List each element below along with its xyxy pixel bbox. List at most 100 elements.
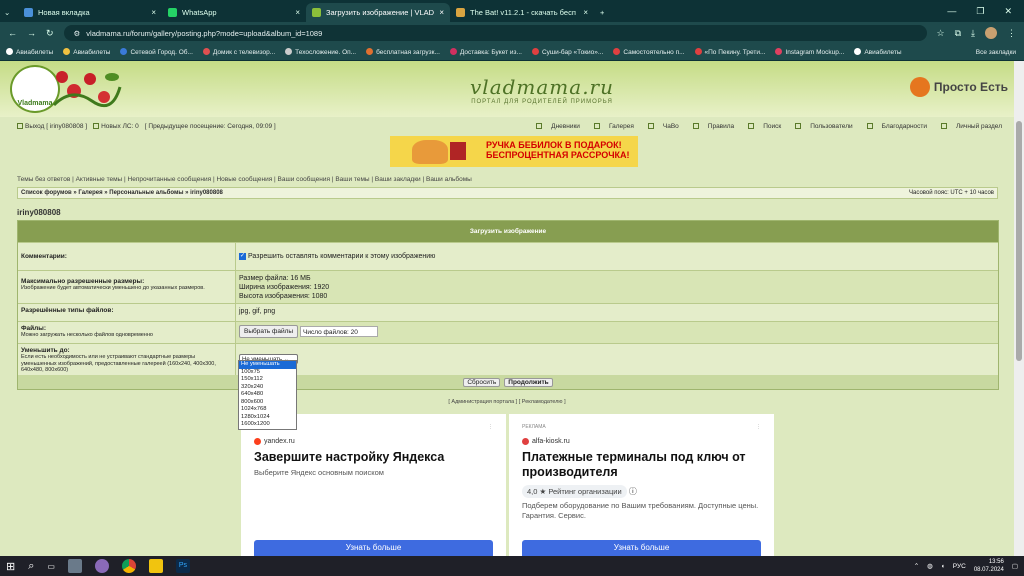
reload-icon[interactable]: ↻ (46, 28, 54, 39)
ad-card-yandex[interactable]: ⋮ yandex.ru Завершите настройку Яндекса … (241, 414, 506, 556)
bookmark-item[interactable]: Доставка: Букет из... (449, 48, 522, 56)
clock[interactable]: 13:56 08.07.2024 (974, 558, 1004, 574)
banner-line1: РУЧКА БЕБИЛОК В ПОДАРОК! (486, 140, 622, 150)
userbar-left-item[interactable]: Выход [ iriny080808 ] (17, 123, 87, 130)
page-scrollbar[interactable] (1014, 61, 1024, 556)
footer-links[interactable]: [ Администрация портала ] [ Рекламодател… (0, 399, 1014, 405)
userbar-link[interactable]: ЧаВо (641, 123, 679, 130)
resize-option[interactable]: Не уменьшать (239, 361, 296, 369)
bookmark-favicon-icon (531, 48, 539, 55)
submit-button[interactable]: Продолжить (504, 377, 553, 387)
new-tab-button[interactable]: + (594, 3, 614, 22)
bookmark-item[interactable]: Самостоятельно п... (613, 48, 685, 56)
close-icon[interactable]: × (439, 8, 444, 17)
bookmark-item[interactable]: Авиабилеты (6, 48, 53, 56)
more-icon[interactable]: ⋮ (756, 424, 761, 430)
task-view-icon[interactable]: ▭ (47, 562, 55, 571)
explorer-icon[interactable] (67, 559, 82, 573)
resize-option[interactable]: 320x240 (239, 384, 296, 392)
minimize-icon[interactable]: — (947, 6, 956, 17)
tab-3[interactable]: The Bat! v11.2.1 - скачать бесп × (450, 3, 594, 22)
resize-option[interactable]: 640x480 (239, 391, 296, 399)
close-icon[interactable]: × (151, 8, 156, 17)
bookmark-item[interactable]: Авиабилеты (63, 48, 110, 56)
ad-cta-button[interactable]: Узнать больше (254, 540, 493, 556)
resize-option[interactable]: 800x600 (239, 399, 296, 407)
userbar-link[interactable]: Личный раздел (934, 123, 1002, 130)
quick-links[interactable]: Темы без ответов | Активные темы | Непро… (17, 176, 472, 183)
files-row: Файлы: Можно загружать несколько файлов о… (18, 321, 998, 343)
bookmark-favicon-icon (63, 48, 71, 55)
profile-avatar[interactable] (985, 27, 997, 39)
bookmark-item[interactable]: «По Пекину. Трети... (694, 48, 765, 56)
photoshop-icon[interactable]: Ps (175, 559, 190, 573)
extensions-icon[interactable]: ⧉ (955, 28, 961, 39)
resize-option[interactable]: 150x112 (239, 376, 296, 384)
chrome-icon[interactable] (121, 559, 136, 573)
volume-icon[interactable]: ◖ (941, 563, 945, 570)
browse-files-button[interactable]: Выбрать файлы (239, 325, 299, 338)
comments-checkbox[interactable]: ✓ (239, 253, 246, 260)
userbar-link-label: Личный раздел (956, 123, 1002, 130)
promo-banner[interactable]: РУЧКА БЕБИЛОК В ПОДАРОК! БЕСПРОЦЕНТНАЯ РА… (390, 136, 638, 167)
timezone: Часовой пояс: UTC + 10 часов (909, 190, 994, 196)
network-icon[interactable]: ◍ (927, 562, 933, 570)
tab-0[interactable]: Новая вкладка × (18, 3, 162, 22)
form-actions: Сбросить Продолжить (18, 375, 998, 389)
search-icon[interactable]: ⌕ (28, 560, 34, 573)
bookmark-item[interactable]: Суши-бар «Токио»... (531, 48, 603, 56)
tab-2[interactable]: Загрузить изображение | VLAD × (306, 3, 450, 22)
close-icon[interactable]: × (295, 8, 300, 17)
app-icon[interactable] (94, 559, 109, 573)
thebat-icon[interactable] (148, 559, 163, 573)
info-icon[interactable]: ⓘ (629, 487, 637, 496)
site-info-icon[interactable]: ⚙ (74, 29, 81, 38)
ad-cta-button[interactable]: Узнать больше (522, 540, 761, 556)
bookmark-item[interactable]: Техосложение. Оп... (285, 48, 356, 56)
userbar-link[interactable]: Благодарности (860, 123, 927, 130)
menu-icon[interactable]: ⋮ (1007, 28, 1016, 39)
all-bookmarks[interactable]: Все закладки (971, 48, 1016, 56)
more-icon[interactable]: ⋮ (488, 424, 493, 430)
resize-option[interactable]: 100x75 (239, 369, 296, 377)
windows-start-icon[interactable]: ⊞ (6, 560, 15, 573)
files-count-field[interactable]: Число файлов: 20 (300, 325, 378, 337)
close-window-icon[interactable]: ✕ (1004, 6, 1012, 17)
userbar-link[interactable]: Правила (686, 123, 734, 130)
scrollbar-thumb[interactable] (1016, 121, 1022, 361)
tab-1[interactable]: WhatsApp × (162, 3, 306, 22)
tab-new[interactable]: ⌄ (0, 3, 18, 22)
star-icon[interactable]: ☆ (937, 28, 945, 39)
back-icon[interactable]: ← (8, 28, 17, 38)
download-icon[interactable]: ⤓ (971, 28, 975, 39)
bookmark-item[interactable]: бесплатная загрузк... (366, 48, 440, 56)
chevron-up-icon[interactable]: ⌃ (914, 562, 919, 570)
yandex-icon (254, 438, 261, 445)
reset-button[interactable]: Сбросить (463, 377, 501, 387)
resize-option[interactable]: 1280x1024 (239, 414, 296, 422)
forward-icon[interactable]: → (27, 28, 36, 38)
bookmark-item[interactable]: Домик с телевизор... (202, 48, 275, 56)
tab-search-icon[interactable]: ⌄ (4, 8, 10, 17)
close-icon[interactable]: × (583, 8, 588, 17)
bookmark-item[interactable]: Instagram Mockup... (775, 48, 844, 56)
userbar-link[interactable]: Галерея (587, 123, 634, 130)
userbar-link[interactable]: Поиск (741, 123, 781, 130)
maximize-icon[interactable]: ❐ (976, 6, 984, 17)
userbar-right: Дневники Галерея ЧаВо Правила Поиск Пользоват… (522, 123, 1002, 130)
ad-rating[interactable]: 4,0 ★ Рейтинг организации (522, 485, 627, 498)
language-indicator[interactable]: РУС (953, 563, 966, 570)
ad-card-alfa[interactable]: РЕКЛАМА ⋮ alfa-kiosk.ru Платежные термина… (509, 414, 774, 556)
userbar-link[interactable]: Пользователи (788, 123, 853, 130)
notification-icon[interactable]: ▢ (1012, 562, 1018, 570)
userbar-link-label: Правила (707, 123, 735, 130)
userbar-link[interactable]: Дневники (529, 123, 580, 130)
tab-favicon (24, 8, 33, 17)
breadcrumb[interactable]: Список форумов » Галерея » Персональные … (21, 190, 223, 196)
resize-option[interactable]: 1600x1200 (239, 421, 296, 429)
address-bar[interactable]: ⚙ vladmama.ru/forum/gallery/posting.php?m… (63, 25, 927, 41)
resize-option[interactable]: 1024x768 (239, 406, 296, 414)
bookmark-item[interactable]: Авиабилеты (854, 48, 902, 56)
userbar-left-item[interactable]: Новых ЛС: 0 (93, 123, 139, 130)
bookmark-item[interactable]: Сетевой Город. Об... (120, 48, 193, 56)
